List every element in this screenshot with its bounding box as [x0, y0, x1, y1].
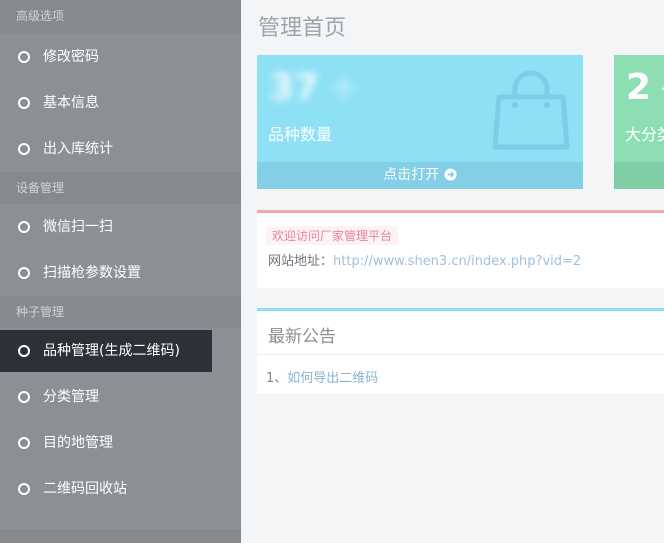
nav-item-label: 扫描枪参数设置 [43, 265, 141, 281]
nav-item-label: 品种管理(生成二维码) [43, 343, 180, 359]
main-content: 管理首页 37 个 品种数量 点击打开 2 个 大分类 欢迎访问厂家管理平台 [241, 0, 664, 543]
list-item: 1、如何导出二维码 [266, 367, 378, 386]
welcome-message: 欢迎访问厂家管理平台 [266, 226, 399, 245]
open-link-button[interactable] [614, 162, 664, 189]
nav-item-scanner-settings[interactable]: 扫描枪参数设置 [0, 250, 241, 296]
circle-icon [18, 437, 30, 449]
nav-item-label: 二维码回收站 [43, 481, 127, 497]
circle-icon [18, 221, 30, 233]
circle-icon [18, 143, 30, 155]
notice-title: 最新公告 [268, 327, 336, 347]
nav-item-wechat-scan[interactable]: 微信扫一扫 [0, 204, 241, 250]
stat-label: 品种数量 [268, 125, 333, 144]
stat-card-categories: 2 个 大分类 [614, 55, 664, 189]
notice-index: 1、 [266, 371, 288, 386]
nav-item-label: 分类管理 [43, 389, 99, 405]
divider [257, 354, 664, 355]
site-address-label: 网站地址： [268, 254, 334, 269]
site-address-link[interactable]: http://www.shen3.cn/index.php?vid=2 [333, 254, 581, 269]
circle-icon [18, 51, 30, 63]
nav-item-label: 修改密码 [43, 49, 99, 65]
stat-label: 大分类 [625, 125, 664, 144]
section-header-devices: 设备管理 [0, 172, 241, 204]
stat-number: 2 [626, 67, 652, 108]
section-header-advanced: 高级选项 [0, 0, 241, 34]
nav-item-stock-stats[interactable]: 出入库统计 [0, 126, 241, 172]
shopping-bag-icon [492, 70, 570, 150]
arrow-circle-right-icon [444, 167, 457, 183]
site-address: 网站地址：http://www.shen3.cn/index.php?vid=2 [268, 250, 581, 269]
section-header-seeds: 种子管理 [0, 296, 241, 328]
welcome-panel: 欢迎访问厂家管理平台 网站地址：http://www.shen3.cn/inde… [257, 210, 664, 288]
stat-card-varieties: 37 个 品种数量 点击打开 [257, 55, 583, 189]
sidebar-footer-strip [0, 529, 241, 543]
circle-icon [18, 267, 30, 279]
open-link-button[interactable]: 点击打开 [257, 162, 583, 189]
circle-icon [18, 345, 30, 357]
nav-item-change-password[interactable]: 修改密码 [0, 34, 241, 80]
notice-panel: 最新公告 1、如何导出二维码 [257, 308, 664, 394]
circle-icon [18, 97, 30, 109]
notice-link[interactable]: 如何导出二维码 [287, 371, 378, 386]
circle-icon [18, 391, 30, 403]
nav-item-variety-management[interactable]: 品种管理(生成二维码) [0, 330, 212, 372]
stat-number: 37 个 [269, 67, 356, 108]
circle-icon [18, 483, 30, 495]
open-link-label: 点击打开 [383, 167, 440, 183]
nav-item-label: 出入库统计 [43, 141, 113, 157]
sidebar: 高级选项 修改密码 基本信息 出入库统计 设备管理 微信扫一扫 扫描枪参数设置 … [0, 0, 241, 543]
nav-item-label: 微信扫一扫 [43, 219, 113, 235]
nav-item-destination-management[interactable]: 目的地管理 [0, 420, 241, 466]
nav-item-basic-info[interactable]: 基本信息 [0, 80, 241, 126]
nav-item-label: 基本信息 [43, 95, 99, 111]
nav-item-label: 目的地管理 [43, 435, 113, 451]
nav-item-category-management[interactable]: 分类管理 [0, 374, 241, 420]
nav-item-qrcode-recycle-bin[interactable]: 二维码回收站 [0, 466, 241, 512]
page-title: 管理首页 [258, 16, 347, 41]
